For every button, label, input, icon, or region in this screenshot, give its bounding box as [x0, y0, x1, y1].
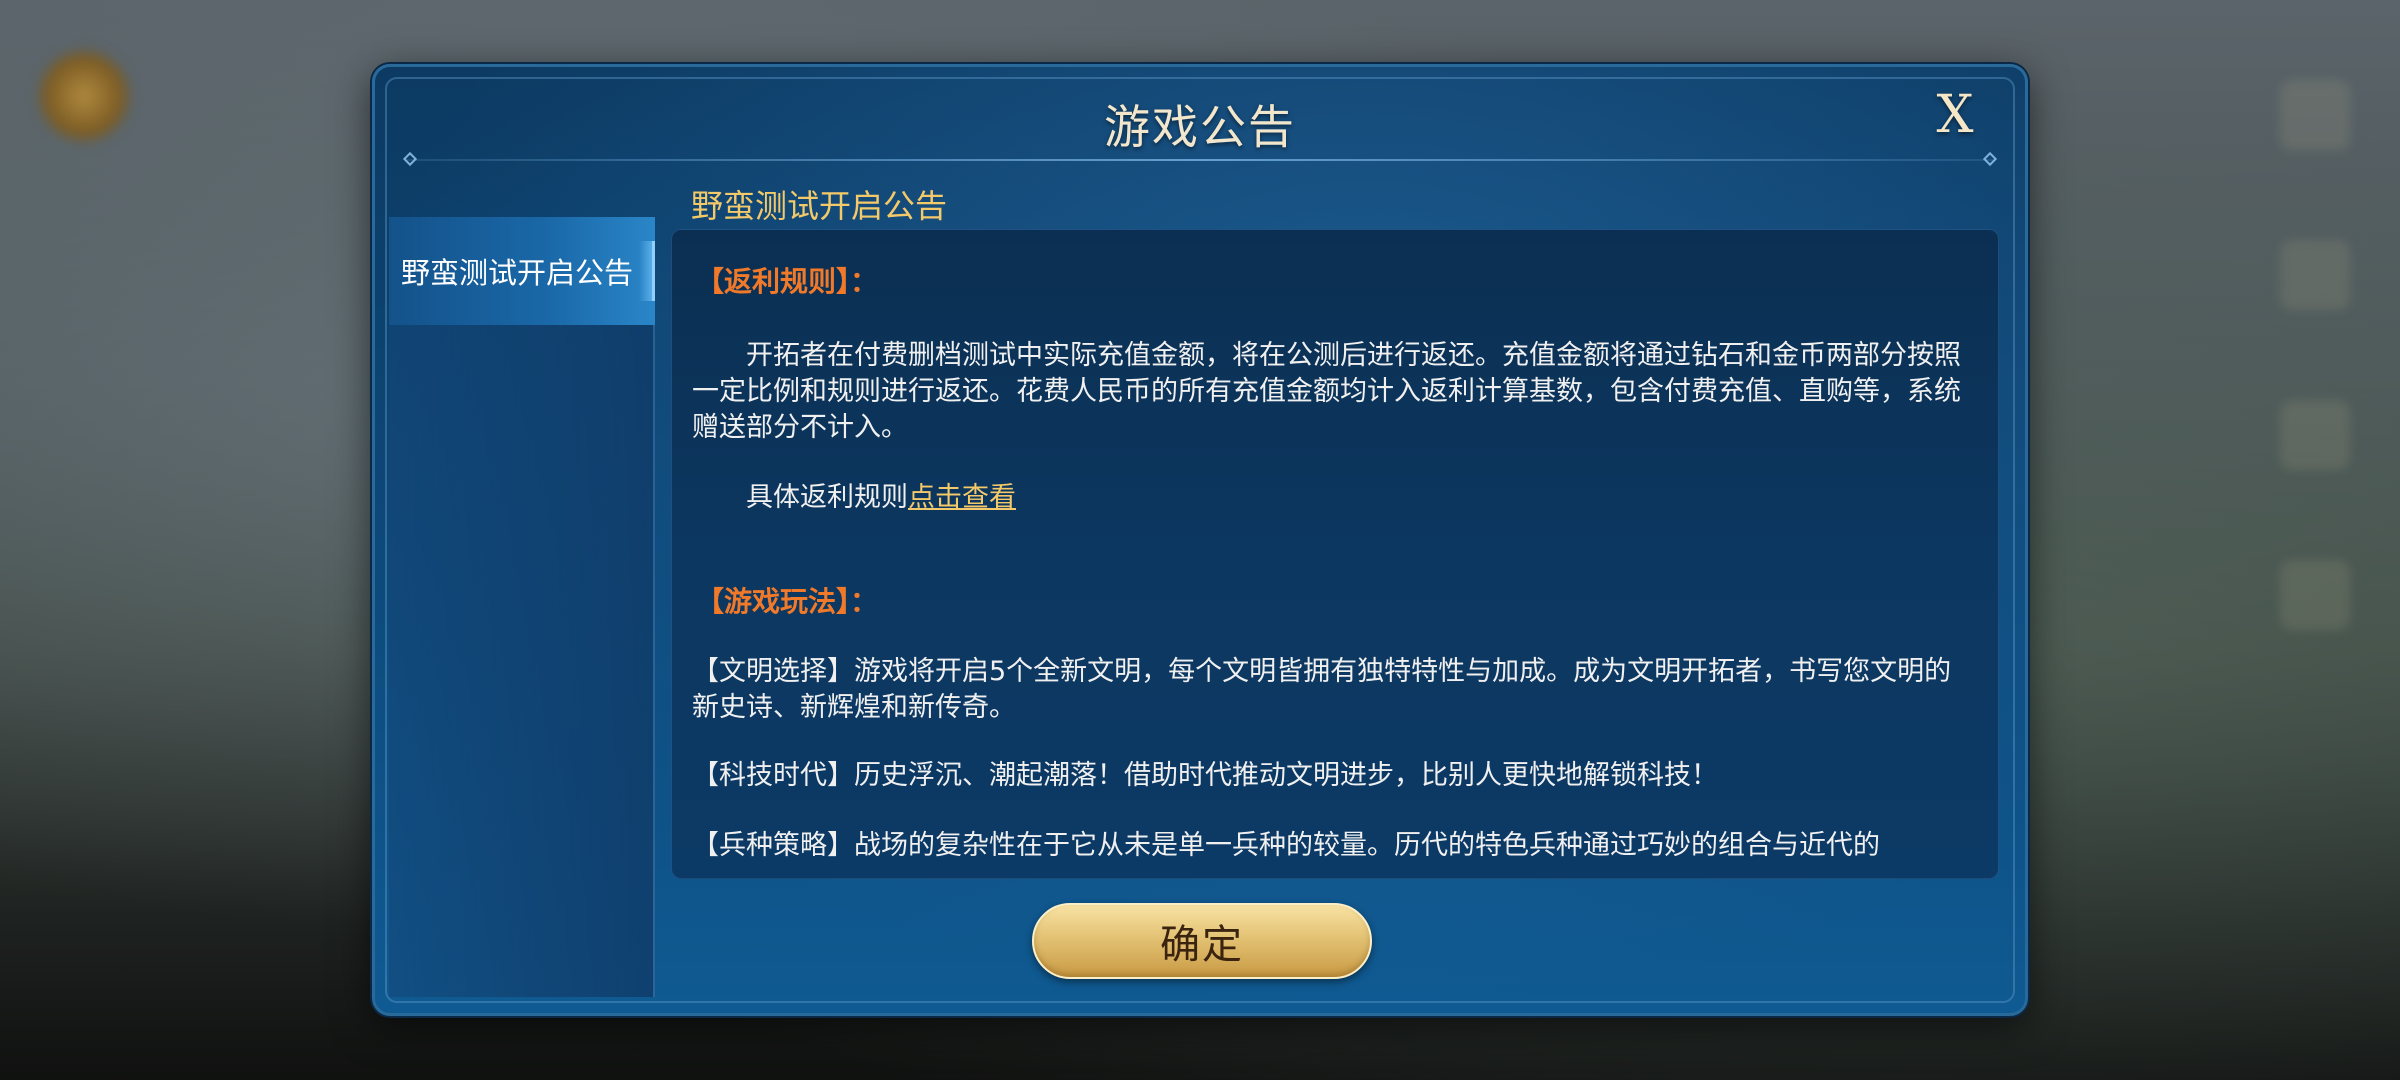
sidebar-item-announcement[interactable]: 野蛮测试开启公告: [389, 217, 655, 325]
gameplay-technology: 【科技时代】历史浮沉、潮起潮落！借助时代推动文明进步，比别人更快地解锁科技！: [692, 760, 1718, 791]
rebate-rules-heading: 【返利规则】：: [696, 265, 879, 298]
background-side-icons: [2280, 80, 2360, 720]
rebate-rule-line: 具体返利规则点击查看: [692, 480, 1978, 516]
selected-indicator: [639, 241, 655, 301]
gameplay-heading: 【游戏玩法】：: [696, 585, 879, 618]
close-button[interactable]: X: [1925, 85, 1985, 145]
gameplay-civilization: 【文明选择】游戏将开启5个全新文明，每个文明皆拥有独特特性与加成。成为文明开拓者…: [692, 656, 1952, 723]
announcement-dialog: 游戏公告 X 野蛮测试开启公告 野蛮测试开启公告 【返利规则】： 开拓者在付费删…: [372, 64, 2028, 1016]
rebate-rule-prefix: 具体返利规则: [746, 482, 908, 513]
confirm-button[interactable]: 确定: [1032, 903, 1372, 979]
title-divider: [405, 159, 1995, 161]
background-blur-orb: [38, 50, 130, 142]
view-rules-link[interactable]: 点击查看: [908, 482, 1016, 513]
announcement-sidebar: 野蛮测试开启公告: [389, 217, 655, 997]
gameplay-troops: 【兵种策略】战场的复杂性在于它从未是单一兵种的较量。历代的特色兵种通过巧妙的组合…: [692, 830, 1880, 861]
dialog-title: 游戏公告: [1104, 100, 1296, 154]
content-title: 野蛮测试开启公告: [691, 187, 948, 225]
announcement-content-panel[interactable]: 【返利规则】： 开拓者在付费删档测试中实际充值金额，将在公测后进行返还。充值金额…: [671, 229, 1999, 879]
announcement-scroll-body: 【返利规则】： 开拓者在付费删档测试中实际充值金额，将在公测后进行返还。充值金额…: [692, 230, 1978, 878]
rebate-rules-paragraph: 开拓者在付费删档测试中实际充值金额，将在公测后进行返还。充值金额将通过钻石和金币…: [692, 340, 1961, 443]
sidebar-item-label: 野蛮测试开启公告: [401, 256, 634, 290]
